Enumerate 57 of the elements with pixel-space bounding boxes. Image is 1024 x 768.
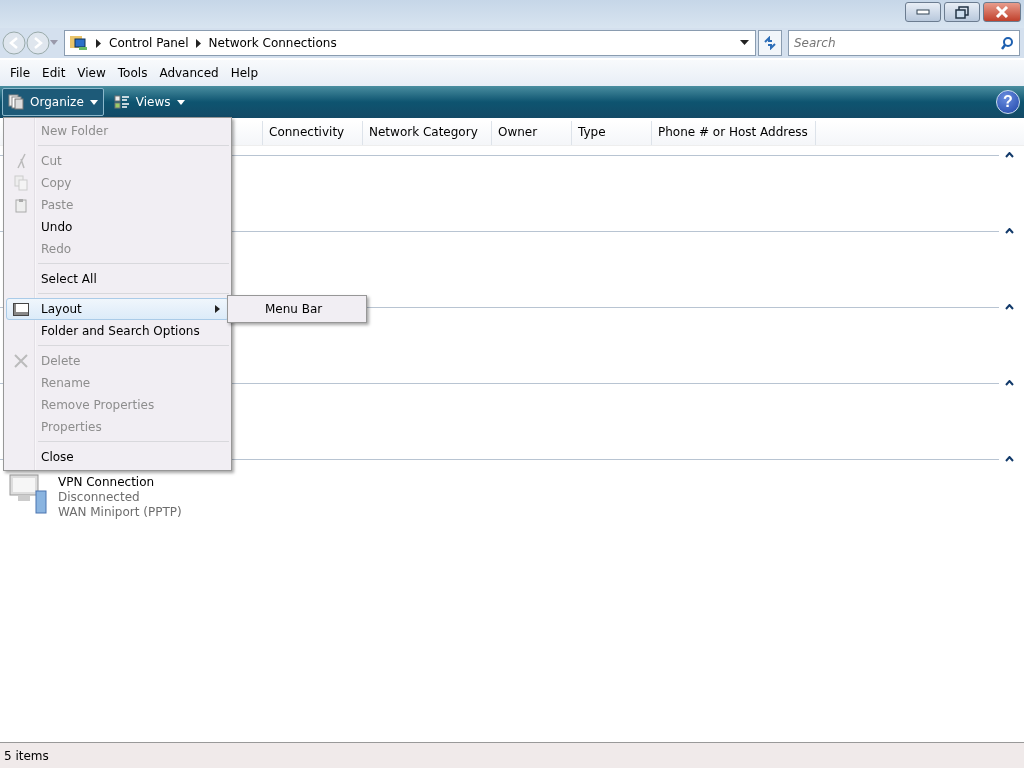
breadcrumb-arrow-icon[interactable] — [195, 38, 202, 48]
caret-icon — [176, 99, 185, 105]
column-header[interactable]: Owner — [492, 121, 572, 145]
menu-item[interactable]: Edit — [36, 66, 72, 80]
menu-item[interactable]: Select All — [6, 268, 229, 290]
refresh-icon — [763, 36, 777, 50]
connection-name: VPN Connection — [58, 475, 156, 490]
connection-status: Disconnected — [58, 490, 141, 505]
menu-item[interactable]: View — [71, 66, 112, 80]
menu-item[interactable]: Folder and Search Options — [6, 320, 229, 342]
minimize-icon — [916, 9, 930, 15]
menu-item[interactable]: Advanced — [153, 66, 225, 80]
collapse-icon[interactable] — [1005, 152, 1014, 158]
layout-icon — [13, 302, 29, 316]
device-name: WAN Miniport (PPTP) — [58, 505, 182, 520]
restore-icon — [955, 5, 969, 19]
search-field[interactable]: Search — [788, 30, 1020, 56]
breadcrumb-arrow-icon[interactable] — [96, 38, 102, 48]
address-bar[interactable]: Control Panel Network Connections — [64, 30, 756, 56]
documents-icon — [8, 94, 24, 110]
delete-icon — [14, 354, 28, 368]
close-button[interactable] — [983, 2, 1021, 22]
collapse-icon[interactable] — [1005, 380, 1014, 386]
search-icon[interactable] — [1001, 37, 1013, 50]
network-folder-icon — [69, 34, 89, 52]
menu-item[interactable]: Tools — [111, 66, 154, 80]
organize-button[interactable]: Organize — [2, 88, 104, 116]
item-count: 5 items — [4, 748, 49, 763]
column-header[interactable]: Connectivity — [263, 121, 363, 145]
minimize-button[interactable] — [905, 2, 941, 22]
dropdown-arrow-icon[interactable] — [740, 40, 749, 46]
collapse-icon[interactable] — [1005, 456, 1014, 462]
collapse-icon[interactable] — [1005, 228, 1014, 234]
column-header[interactable]: Type — [572, 121, 652, 145]
menu-item[interactable]: Undo — [6, 216, 229, 238]
views-icon — [113, 95, 130, 109]
collapse-icon[interactable] — [1005, 304, 1014, 310]
menu-item[interactable]: Layout — [6, 298, 229, 320]
help-button[interactable]: ? — [996, 90, 1020, 114]
close-icon — [995, 6, 1009, 18]
column-header[interactable]: Network Category — [363, 121, 492, 145]
submenu-arrow-icon — [215, 305, 220, 313]
menu-item[interactable]: Menu Bar — [230, 298, 364, 320]
refresh-button[interactable] — [758, 30, 782, 56]
breadcrumb[interactable]: Network Connections — [208, 36, 337, 50]
breadcrumb[interactable]: Control Panel — [109, 36, 189, 50]
network-computer-icon[interactable] — [8, 473, 48, 515]
menu-item[interactable]: Close — [6, 446, 229, 468]
caret-icon — [89, 99, 98, 105]
maximize-button[interactable] — [944, 2, 980, 22]
scissors-icon — [15, 153, 27, 169]
copy-icon — [14, 175, 28, 191]
column-header[interactable]: Phone # or Host Address — [652, 121, 816, 145]
menu-item[interactable]: File — [4, 66, 37, 80]
clipboard-icon — [15, 197, 27, 213]
views-button[interactable]: Views — [107, 88, 191, 116]
menu-item[interactable]: Help — [224, 66, 265, 80]
